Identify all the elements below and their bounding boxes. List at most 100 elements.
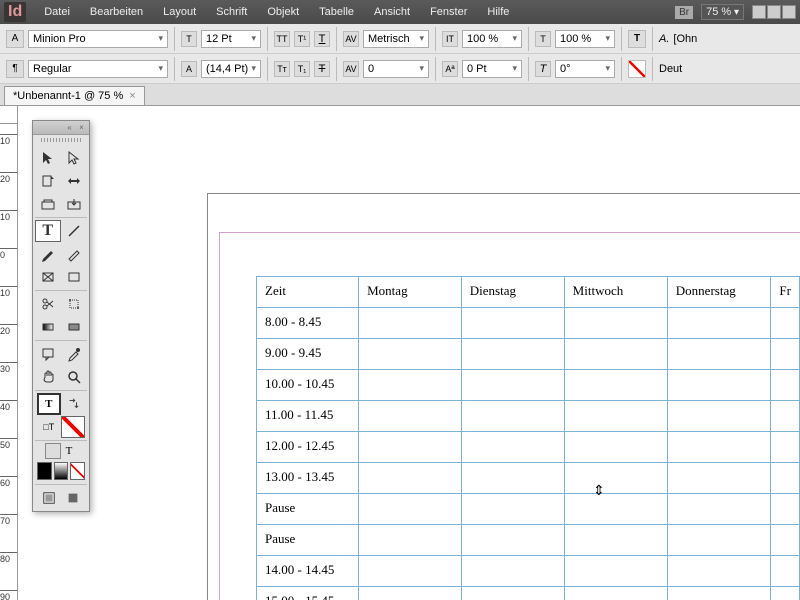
canvas[interactable]: Zeit Montag Dienstag Mittwoch Donnerstag… bbox=[18, 124, 800, 600]
content-placer-tool[interactable] bbox=[62, 193, 88, 215]
col-montag[interactable]: Montag bbox=[359, 277, 462, 308]
close-panel-icon[interactable]: × bbox=[77, 123, 86, 132]
table-row[interactable]: 12.00 - 12.45 bbox=[257, 432, 800, 463]
smallcaps-icon[interactable]: Tᴛ bbox=[274, 61, 290, 77]
rectangle-tool[interactable] bbox=[62, 266, 88, 288]
col-zeit[interactable]: Zeit bbox=[257, 277, 359, 308]
view-mode-normal[interactable] bbox=[37, 487, 61, 509]
language-label[interactable]: Deut bbox=[659, 63, 682, 75]
baseline-icon: Aª bbox=[442, 61, 458, 77]
table-row[interactable]: Pause bbox=[257, 525, 800, 556]
document-tab-bar: *Unbenannt-1 @ 75 % × bbox=[0, 84, 800, 106]
menu-layout[interactable]: Layout bbox=[153, 6, 206, 18]
scissors-tool[interactable] bbox=[35, 293, 61, 315]
col-donnerstag[interactable]: Donnerstag bbox=[667, 277, 771, 308]
menu-fenster[interactable]: Fenster bbox=[420, 6, 477, 18]
font-size-icon: T bbox=[181, 31, 197, 47]
font-family-select[interactable]: Minion Pro bbox=[28, 30, 168, 48]
view-mode-preview[interactable] bbox=[62, 487, 86, 509]
skew-select[interactable]: 0° bbox=[555, 60, 615, 78]
zoom-select[interactable]: 75 % ▾ bbox=[701, 4, 744, 20]
formatting-container-icon[interactable] bbox=[45, 443, 61, 459]
menu-ansicht[interactable]: Ansicht bbox=[364, 6, 420, 18]
arrange-icon[interactable] bbox=[767, 5, 781, 19]
rectangle-frame-tool[interactable] bbox=[35, 266, 61, 288]
underline-icon[interactable]: T bbox=[314, 31, 330, 47]
default-fill-stroke-icon[interactable] bbox=[61, 416, 85, 438]
table-row[interactable]: 11.00 - 11.45 bbox=[257, 401, 800, 432]
formatting-text-toggle[interactable]: T bbox=[61, 443, 77, 459]
schedule-table[interactable]: Zeit Montag Dienstag Mittwoch Donnerstag… bbox=[256, 276, 800, 600]
menu-schrift[interactable]: Schrift bbox=[206, 6, 257, 18]
subscript-icon[interactable]: T₁ bbox=[294, 61, 310, 77]
vertical-ruler[interactable]: 01020100102030405060708090100110120130 bbox=[0, 124, 18, 600]
menu-bearbeiten[interactable]: Bearbeiten bbox=[80, 6, 153, 18]
tools-panel[interactable]: « × T T □T bbox=[32, 120, 90, 512]
type-tool[interactable]: T bbox=[35, 220, 61, 242]
font-size-select[interactable]: 12 Pt bbox=[201, 30, 261, 48]
table-row[interactable]: 13.00 - 13.45 bbox=[257, 463, 800, 494]
bridge-button[interactable]: Br bbox=[675, 6, 693, 19]
char-format-icon[interactable]: A bbox=[6, 30, 24, 48]
control-panel-2: ¶ Regular A (14,4 Pt) Tᴛ T₁ T AV 0 Aª 0 … bbox=[0, 54, 800, 84]
baseline-select[interactable]: 0 Pt bbox=[462, 60, 522, 78]
collapse-icon[interactable]: « bbox=[65, 123, 74, 132]
col-freitag[interactable]: Fr bbox=[771, 277, 800, 308]
charstyle-icon[interactable]: T bbox=[628, 30, 646, 48]
gradient-feather-tool[interactable] bbox=[62, 316, 88, 338]
superscript-icon[interactable]: T¹ bbox=[294, 31, 310, 47]
table-row[interactable]: 15.00 - 15.45 bbox=[257, 587, 800, 600]
menu-tabelle[interactable]: Tabelle bbox=[309, 6, 364, 18]
para-format-icon[interactable]: ¶ bbox=[6, 60, 24, 78]
hscale-icon: IT bbox=[442, 31, 458, 47]
table-row[interactable]: 8.00 - 8.45 bbox=[257, 308, 800, 339]
tools-panel-header[interactable]: « × bbox=[33, 121, 89, 135]
vscale-select[interactable]: 100 % bbox=[555, 30, 615, 48]
table-row[interactable]: 14.00 - 14.45 bbox=[257, 556, 800, 587]
gradient-swatch-tool[interactable] bbox=[35, 316, 61, 338]
col-mittwoch[interactable]: Mittwoch bbox=[564, 277, 667, 308]
hand-tool[interactable] bbox=[35, 366, 61, 388]
close-tab-icon[interactable]: × bbox=[129, 90, 135, 102]
tracking-select[interactable]: 0 bbox=[363, 60, 429, 78]
table-row[interactable]: 10.00 - 10.45 bbox=[257, 370, 800, 401]
apply-none[interactable] bbox=[70, 462, 85, 480]
table-header-row[interactable]: Zeit Montag Dienstag Mittwoch Donnerstag… bbox=[257, 277, 800, 308]
formatting-text-icon[interactable]: □T bbox=[37, 416, 60, 438]
screen-mode-icon[interactable] bbox=[752, 5, 766, 19]
hscale-select[interactable]: 100 % bbox=[462, 30, 522, 48]
table-row[interactable]: Pause bbox=[257, 494, 800, 525]
apply-gradient[interactable] bbox=[54, 462, 69, 480]
pen-tool[interactable] bbox=[35, 243, 61, 265]
menu-hilfe[interactable]: Hilfe bbox=[477, 6, 519, 18]
workspace-icon[interactable] bbox=[782, 5, 796, 19]
fill-stroke-text[interactable]: T bbox=[37, 393, 61, 415]
panel-grip[interactable] bbox=[33, 135, 89, 145]
free-transform-tool[interactable] bbox=[62, 293, 88, 315]
kerning-select[interactable]: Metrisch bbox=[363, 30, 429, 48]
fill-none-icon[interactable] bbox=[628, 60, 646, 78]
page-tool[interactable] bbox=[35, 170, 61, 192]
gap-tool[interactable] bbox=[62, 170, 88, 192]
swap-fill-stroke-icon[interactable] bbox=[62, 393, 85, 415]
table-row[interactable]: 9.00 - 9.45 bbox=[257, 339, 800, 370]
strike-icon[interactable]: T bbox=[314, 61, 330, 77]
direct-selection-tool[interactable] bbox=[62, 147, 88, 169]
menu-objekt[interactable]: Objekt bbox=[257, 6, 309, 18]
note-tool[interactable] bbox=[35, 343, 61, 365]
menu-datei[interactable]: Datei bbox=[34, 6, 80, 18]
col-dienstag[interactable]: Dienstag bbox=[461, 277, 564, 308]
font-style-select[interactable]: Regular bbox=[28, 60, 168, 78]
content-collector-tool[interactable] bbox=[35, 193, 61, 215]
document-tab[interactable]: *Unbenannt-1 @ 75 % × bbox=[4, 86, 145, 105]
zoom-tool[interactable] bbox=[62, 366, 88, 388]
apply-color-black[interactable] bbox=[37, 462, 52, 480]
leading-select[interactable]: (14,4 Pt) bbox=[201, 60, 261, 78]
style-a-icon[interactable]: A. bbox=[659, 33, 669, 45]
ruler-origin[interactable] bbox=[0, 106, 18, 124]
pencil-tool[interactable] bbox=[62, 243, 88, 265]
allcaps-icon[interactable]: TT bbox=[274, 31, 290, 47]
line-tool[interactable] bbox=[62, 220, 88, 242]
selection-tool[interactable] bbox=[35, 147, 61, 169]
eyedropper-tool[interactable] bbox=[62, 343, 88, 365]
